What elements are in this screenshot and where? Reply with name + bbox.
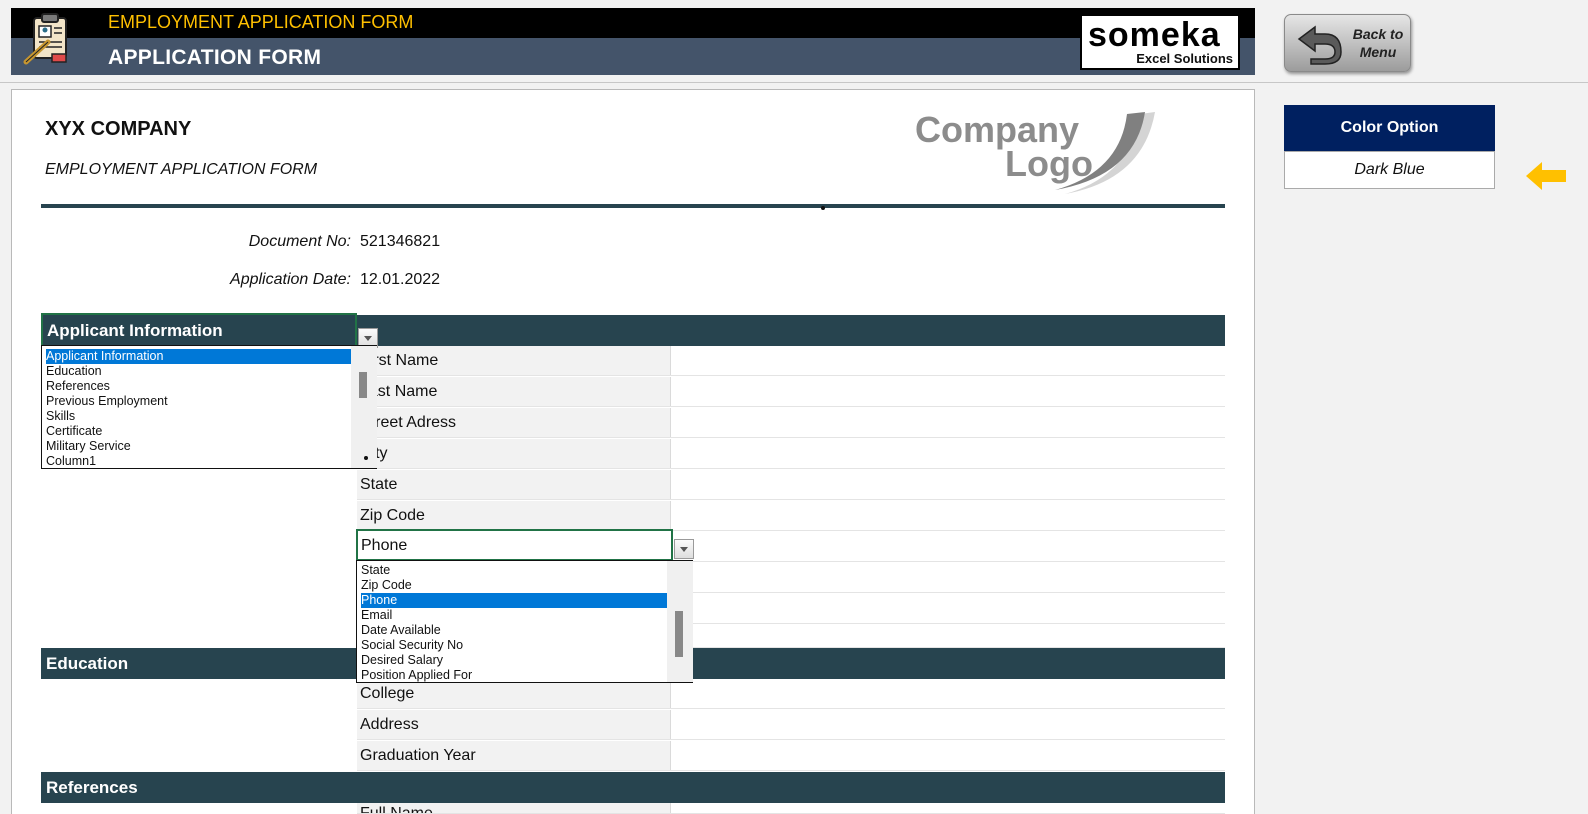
logo-text-line2: Logo <box>1005 143 1093 184</box>
dropdown-option[interactable]: Column1 <box>46 454 96 469</box>
field-label[interactable]: State <box>357 470 671 499</box>
section-select-value: Applicant Information <box>47 321 223 341</box>
dropdown-option[interactable]: Education <box>46 364 102 379</box>
title-divider <box>41 204 1225 208</box>
field-label[interactable]: Graduation Year <box>357 741 671 770</box>
company-logo: Company Logo <box>915 106 1165 196</box>
section-dropdown-list[interactable]: Applicant Information Education Referenc… <box>41 345 377 469</box>
dropdown-option[interactable]: Military Service <box>46 439 131 454</box>
dropdown-option[interactable]: Zip Code <box>361 578 412 593</box>
header-title: APPLICATION FORM <box>108 46 321 70</box>
company-name: XYX COMPANY <box>45 118 191 141</box>
dropdown-option[interactable]: Social Security No <box>361 638 463 653</box>
divider-dot <box>821 206 825 210</box>
table-row: Graduation Year <box>357 741 1225 771</box>
section-select[interactable]: Applicant Information <box>41 313 357 348</box>
dropdown-option[interactable]: Skills <box>46 409 75 424</box>
dropdown-option[interactable]: Applicant Information <box>46 349 352 364</box>
dropdown-option[interactable]: Date Available <box>361 623 441 638</box>
document-no-value[interactable]: 521346821 <box>360 233 440 251</box>
application-date-value[interactable]: 12.01.2022 <box>360 271 440 289</box>
field-select-value: Phone <box>361 537 407 555</box>
document-no-label: Document No: <box>31 233 351 251</box>
field-label[interactable]: Address <box>357 710 671 739</box>
field-label[interactable]: College <box>357 679 671 708</box>
arrow-left-icon <box>1524 160 1568 197</box>
references-section-title: References <box>46 778 138 798</box>
table-row: Zip Code <box>357 501 1225 531</box>
table-row: Last Name <box>357 377 1225 407</box>
table-row: First Name <box>357 346 1225 376</box>
back-to-menu-button[interactable]: Back to Menu <box>1284 14 1411 72</box>
field-dropdown-list[interactable]: State Zip Code Phone Email Date Availabl… <box>356 560 693 683</box>
table-row: Address <box>357 710 1225 740</box>
dropdown-option[interactable]: Certificate <box>46 424 102 439</box>
field-label[interactable]: Zip Code <box>357 501 671 530</box>
table-row: Street Adress <box>357 408 1225 438</box>
table-row: College <box>357 679 1225 709</box>
references-section-bar <box>41 772 1225 803</box>
application-date-label: Application Date: <box>31 271 351 289</box>
field-label[interactable]: Last Name <box>357 377 671 406</box>
table-row: City <box>357 439 1225 469</box>
field-dropdown-button[interactable] <box>674 539 694 559</box>
color-option-select[interactable]: Dark Blue <box>1284 151 1495 189</box>
field-label[interactable]: City <box>357 439 671 468</box>
back-label-line1: Back to <box>1348 25 1408 43</box>
dropdown-option[interactable]: Previous Employment <box>46 394 168 409</box>
field-select[interactable]: Phone <box>356 529 673 561</box>
header-subtitle: EMPLOYMENT APPLICATION FORM <box>108 12 413 33</box>
table-row: State <box>357 470 1225 500</box>
field-label[interactable]: First Name <box>357 346 671 375</box>
brand-name: someka <box>1088 16 1221 55</box>
back-button-label: Back to Menu <box>1348 25 1408 61</box>
form-name: EMPLOYMENT APPLICATION FORM <box>45 161 317 179</box>
education-section-title: Education <box>46 654 128 674</box>
dropdown-option[interactable]: Desired Salary <box>361 653 443 668</box>
back-arrow-icon <box>1295 21 1343 65</box>
application-form-icon <box>22 12 78 66</box>
dropdown-option[interactable]: State <box>361 563 390 578</box>
brand-tagline: Excel Solutions <box>1136 51 1233 66</box>
dropdown-option[interactable]: References <box>46 379 110 394</box>
scroll-dot <box>364 456 368 460</box>
dropdown-option[interactable]: Position Applied For <box>361 668 472 683</box>
scrollbar-thumb[interactable] <box>675 611 683 657</box>
header-divider <box>0 82 1588 83</box>
section-dropdown-scrollbar[interactable] <box>351 346 377 468</box>
table-row: Full Name <box>357 803 1225 814</box>
field-dropdown-scrollbar[interactable] <box>667 561 693 682</box>
someka-logo: someka Excel Solutions <box>1080 14 1240 70</box>
field-label[interactable]: Full Name <box>357 803 671 813</box>
back-label-line2: Menu <box>1348 43 1408 61</box>
scrollbar-thumb[interactable] <box>359 372 367 398</box>
dropdown-option[interactable]: Email <box>361 608 392 623</box>
field-label[interactable]: Street Adress <box>357 408 671 437</box>
dropdown-option[interactable]: Phone <box>361 593 667 608</box>
color-option-label: Color Option <box>1284 105 1495 151</box>
